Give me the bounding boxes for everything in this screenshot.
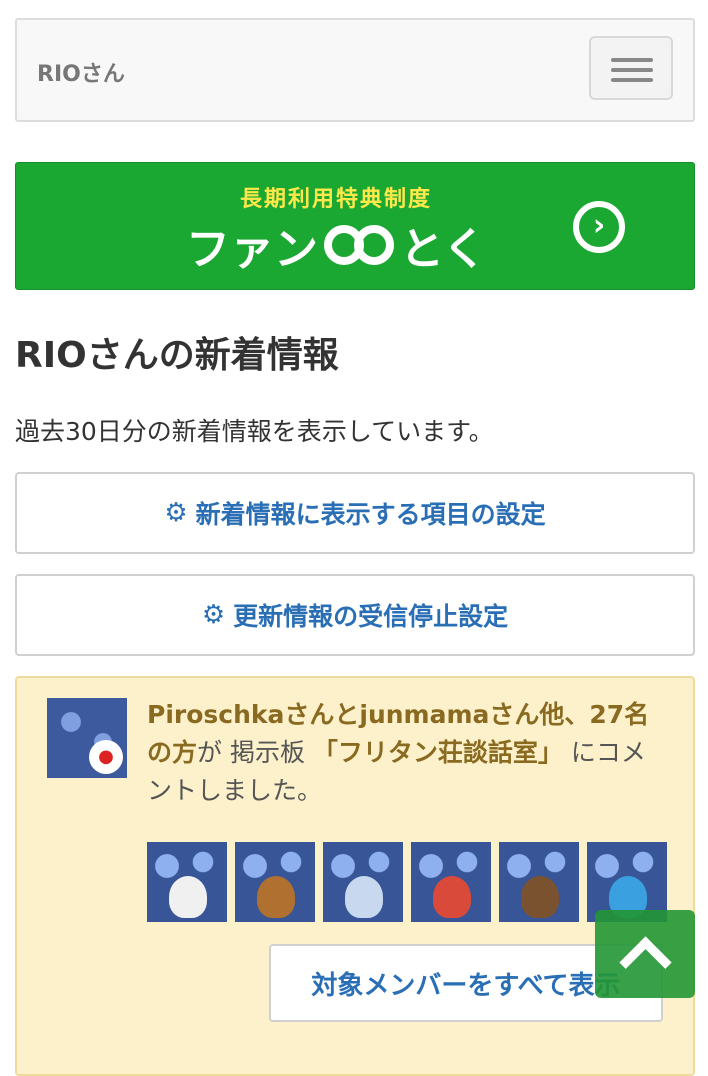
page-description: 過去30日分の新着情報を表示しています。 bbox=[15, 417, 494, 446]
menu-bar-icon bbox=[611, 58, 653, 62]
activity-text: Piroschkaさんとjunmamaさん他、27名の方が 掲示板 「フリタン荘… bbox=[147, 696, 667, 810]
display-settings-label: 新着情報に表示する項目の設定 bbox=[195, 500, 546, 529]
member-avatar[interactable] bbox=[235, 842, 315, 922]
unsubscribe-settings-label: 更新情報の受信停止設定 bbox=[233, 602, 509, 631]
board-link[interactable]: 「フリタン荘談話室」 bbox=[313, 738, 563, 767]
unsubscribe-settings-button[interactable]: ⚙ 更新情報の受信停止設定 bbox=[15, 574, 695, 656]
banner-title-part2: とく bbox=[400, 224, 487, 275]
chevron-up-icon bbox=[618, 935, 672, 989]
member-avatar[interactable] bbox=[147, 842, 227, 922]
member-avatar[interactable] bbox=[411, 842, 491, 922]
scroll-to-top-button[interactable] bbox=[595, 910, 695, 998]
navbar: RIOさん bbox=[15, 18, 695, 122]
activity-panel: ● Piroschkaさんとjunmamaさん他、27名の方が 掲示板 「フリタ… bbox=[15, 676, 695, 1076]
menu-bar-icon bbox=[611, 68, 653, 72]
chevron-right-circle-icon: › bbox=[573, 201, 625, 253]
avatar[interactable]: ● bbox=[47, 698, 127, 778]
member-thumbnails bbox=[147, 842, 667, 922]
banner-title-part1: ファン bbox=[186, 224, 318, 275]
banner-subtitle: 長期利用特典制度 bbox=[239, 187, 432, 212]
member-avatar[interactable] bbox=[499, 842, 579, 922]
handshake-rings-icon bbox=[324, 225, 394, 265]
display-settings-button[interactable]: ⚙ 新着情報に表示する項目の設定 bbox=[15, 472, 695, 554]
member-avatar[interactable] bbox=[323, 842, 403, 922]
gear-icon: ⚙ bbox=[164, 498, 188, 528]
red-riding-hood-icon: ● bbox=[89, 740, 123, 774]
activity-particle: が 掲示板 bbox=[197, 738, 305, 767]
banner-title: ファン とく bbox=[186, 213, 487, 277]
brand-name[interactable]: RIOさん bbox=[37, 56, 125, 88]
menu-bar-icon bbox=[611, 78, 653, 82]
fan-toku-banner[interactable]: 長期利用特典制度 ファン とく › bbox=[15, 162, 695, 290]
gear-icon: ⚙ bbox=[201, 600, 226, 630]
hamburger-menu-button[interactable] bbox=[589, 36, 673, 100]
page-title: RIOさんの新着情報 bbox=[15, 335, 339, 376]
